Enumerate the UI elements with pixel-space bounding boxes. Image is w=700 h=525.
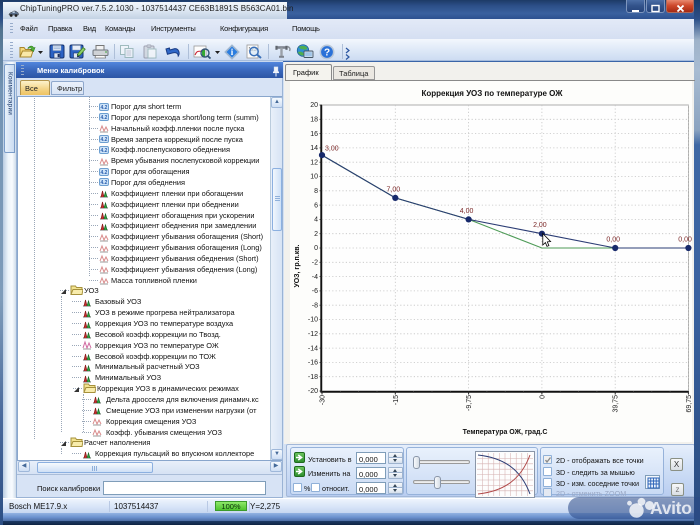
svg-text:0,00: 0,00 — [606, 237, 620, 244]
svg-text:0: 0 — [314, 245, 318, 252]
svg-text:20: 20 — [310, 102, 318, 109]
svg-text:Температура ОЖ, град.С: Температура ОЖ, град.С — [463, 429, 548, 436]
svg-text:-8: -8 — [312, 302, 318, 309]
svg-text:-2: -2 — [312, 260, 318, 267]
svg-text:18: 18 — [310, 117, 318, 124]
svg-text:4: 4 — [314, 217, 318, 224]
svg-text:0,00: 0,00 — [678, 237, 692, 244]
svg-text:-14: -14 — [308, 345, 318, 352]
svg-text:-18: -18 — [308, 374, 318, 381]
svg-text:-30: -30 — [320, 395, 327, 405]
svg-text:-12: -12 — [308, 331, 318, 338]
svg-text:-6: -6 — [312, 288, 318, 295]
svg-text:3,00: 3,00 — [325, 146, 339, 153]
svg-text:Коррекция УОЗ по температуре О: Коррекция УОЗ по температуре ОЖ — [421, 89, 563, 98]
svg-text:16: 16 — [310, 131, 318, 138]
svg-text:14: 14 — [310, 145, 318, 152]
svg-text:6: 6 — [314, 202, 318, 209]
svg-text:4.2: 4.2 — [101, 148, 108, 154]
svg-text:УОЗ, гр.п.кв.: УОЗ, гр.п.кв. — [294, 244, 301, 287]
svg-text:7,00: 7,00 — [386, 186, 400, 193]
svg-text:39,75: 39,75 — [613, 395, 620, 413]
svg-text:2: 2 — [314, 231, 318, 238]
svg-text:-20: -20 — [308, 388, 318, 395]
svg-text:10: 10 — [310, 174, 318, 181]
svg-text:4.2: 4.2 — [101, 137, 108, 143]
svg-text:-9,75: -9,75 — [466, 395, 473, 411]
svg-text:12: 12 — [310, 159, 318, 166]
svg-text:4.2: 4.2 — [101, 115, 108, 121]
svg-text:-16: -16 — [308, 360, 318, 367]
svg-text:8: 8 — [314, 188, 318, 195]
svg-text:4.2: 4.2 — [101, 180, 108, 186]
svg-text:4.2: 4.2 — [101, 105, 108, 111]
svg-text:69,75: 69,75 — [686, 395, 693, 413]
svg-text:-4: -4 — [312, 274, 318, 281]
svg-text:2,00: 2,00 — [533, 222, 547, 229]
svg-text:4.2: 4.2 — [101, 170, 108, 176]
svg-text:?: ? — [324, 48, 330, 59]
svg-text:-10: -10 — [308, 317, 318, 324]
svg-text:4,00: 4,00 — [460, 208, 474, 215]
svg-text:-15: -15 — [393, 395, 400, 405]
svg-text:0: 0 — [539, 395, 546, 399]
